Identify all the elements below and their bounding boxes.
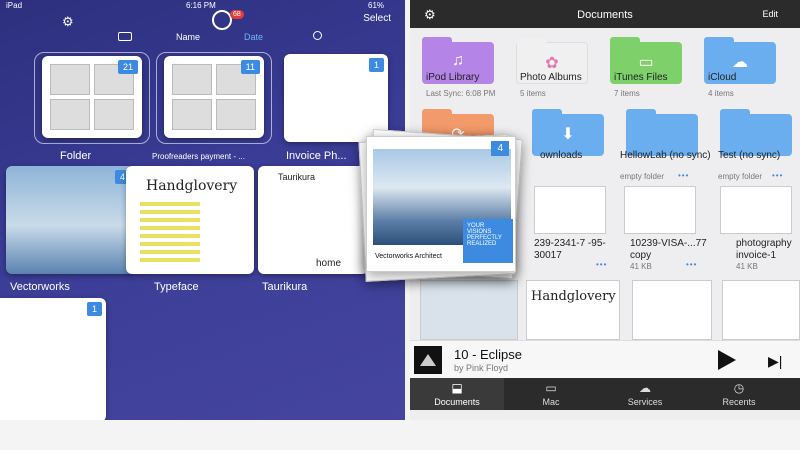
proofreaders-tile[interactable]: 11 [164, 56, 264, 138]
dragged-document-stack[interactable]: YOUR VISIONS PERFECTLY REALIZED Vectorwo… [356, 128, 526, 282]
photo-albums-label: Photo Albums [520, 72, 582, 83]
document-tile[interactable]: 1 [0, 298, 106, 420]
proofreaders-tile-label: Proofreaders payment - ... [152, 152, 245, 161]
album-art [414, 346, 442, 374]
doc-label-2: 10239-VISA-...77 copy [630, 238, 707, 261]
next-track-icon[interactable]: ▶| [768, 353, 782, 370]
taurikura-tile[interactable]: Taurikura home [258, 166, 368, 274]
tray-icon: ▭ [638, 54, 654, 71]
cloud-icon: ☁ [639, 381, 651, 395]
invoice-doc-thumb-3[interactable] [720, 186, 792, 234]
download-tray-icon: ⬓ [451, 381, 463, 395]
itunes-files-label: iTunes Files [614, 72, 668, 83]
icloud-label: iCloud [708, 72, 737, 83]
tab-recents-label: Recents [722, 397, 756, 407]
notification-badge: 68 [230, 10, 244, 19]
left-toolbar: ⚙ 68 Select [0, 10, 405, 30]
device-bezel [0, 420, 800, 450]
handglovery-doc-heading: Handglovery [531, 289, 616, 304]
doc-label-1: 239-2341-7 -95-30017 [534, 238, 606, 261]
play-icon[interactable] [718, 350, 736, 370]
new-folder-icon[interactable] [118, 32, 132, 41]
stack-sheet-front: YOUR VISIONS PERFECTLY REALIZED Vectorwo… [366, 136, 516, 272]
carrier-label: iPad [6, 1, 23, 10]
clock-icon[interactable] [212, 10, 232, 30]
monitor-icon: ▭ [545, 381, 557, 395]
doc-2-more-icon[interactable]: ••• [686, 260, 697, 269]
tab-documents[interactable]: ⬓ Documents [410, 378, 504, 410]
taurikura-heading: Taurikura [278, 172, 316, 182]
hellowlab-label: HellowLab (no sync) [620, 150, 711, 161]
flower-icon: ✿ [545, 55, 559, 72]
tab-recents[interactable]: ◷ Recents [692, 378, 786, 410]
folder-tile-label: Folder [60, 150, 92, 162]
tab-documents-label: Documents [434, 397, 480, 407]
itunes-files-sub: 7 items [614, 89, 640, 98]
test-sub: empty folder [718, 172, 763, 181]
brochure-doc-thumb[interactable] [722, 280, 800, 340]
downloads-label: ownloads [540, 150, 583, 161]
typeface-body-text [140, 202, 200, 262]
handglovery-doc-thumb[interactable]: Handglovery [526, 280, 620, 340]
proofreaders-count-badge: 11 [240, 60, 260, 74]
status-bar: iPad 6:16 PM 61% [0, 0, 405, 10]
stack-count-badge: 4 [491, 141, 509, 156]
cloud-icon: ☁ [732, 54, 748, 71]
hellowlab-more-icon[interactable]: ••• [678, 171, 689, 180]
typeface-tile[interactable]: Handglovery [126, 166, 254, 274]
vectorworks-tile[interactable]: 4 [6, 166, 134, 274]
test-label: Test (no sync) [718, 150, 781, 161]
clock-icon: ◷ [733, 381, 745, 395]
invoice-doc-thumb-2[interactable] [624, 186, 696, 234]
sort-by-date-button[interactable]: Date [244, 32, 263, 42]
tab-mac-label: Mac [542, 397, 560, 407]
left-pane: iPad 6:16 PM 61% ⚙ 68 Select Name Date 2… [0, 0, 405, 420]
sort-by-name-button[interactable]: Name [176, 32, 200, 42]
building-doc-thumb[interactable] [420, 280, 518, 340]
track-title: 10 - Eclipse [454, 347, 522, 362]
taurikura-tile-label: Taurikura [262, 281, 308, 293]
doc-2-size: 41 KB [630, 262, 652, 271]
edit-button[interactable]: Edit [762, 9, 778, 19]
doc-3-size: 41 KB [736, 262, 758, 271]
home-text: home [316, 258, 342, 269]
search-icon[interactable] [313, 31, 322, 40]
ipod-library-label: iPod Library [426, 72, 480, 83]
invoice-tile-label: Invoice Ph... [286, 150, 347, 162]
documents-header: ⚙ Documents Edit [410, 0, 800, 28]
tab-mac[interactable]: ▭ Mac [504, 378, 598, 410]
folder-tile[interactable]: 21 [42, 56, 142, 138]
invoice-count-badge: 1 [368, 58, 384, 72]
invoice-doc-thumb-1[interactable] [534, 186, 606, 234]
doc-label-3: photography invoice-1 [736, 238, 792, 261]
status-time: 6:16 PM [186, 1, 216, 10]
document-count-badge: 1 [86, 302, 102, 316]
typeface-tile-label: Typeface [154, 281, 199, 293]
doc-1-more-icon[interactable]: ••• [596, 260, 607, 269]
select-button[interactable]: Select [363, 13, 391, 24]
form-doc-thumb[interactable] [632, 280, 712, 340]
folder-count-badge: 21 [117, 60, 138, 74]
test-more-icon[interactable]: ••• [772, 171, 783, 180]
vectorworks-tile-label: Vectorworks [10, 281, 70, 293]
hellowlab-sub: empty folder [620, 172, 665, 181]
tab-services[interactable]: ☁ Services [598, 378, 692, 410]
typeface-heading: Handglovery [146, 178, 238, 194]
tab-services-label: Services [627, 397, 663, 407]
settings-gear-icon[interactable]: ⚙ [62, 14, 74, 30]
ipod-library-sub: Last Sync: 6:08 PM [426, 89, 496, 98]
documents-title: Documents [577, 9, 633, 21]
sort-bar: Name Date [0, 30, 405, 46]
icloud-sub: 4 items [708, 89, 734, 98]
music-note-icon: ♫ [452, 52, 464, 69]
battery-label: 61% [368, 1, 385, 10]
now-playing-bar[interactable]: 10 - Eclipse by Pink Floyd ▶| [410, 340, 800, 378]
download-icon: ⬇ [561, 126, 575, 143]
tab-bar: ⬓ Documents ▭ Mac ☁ Services ◷ Recents [410, 378, 800, 410]
track-artist: by Pink Floyd [454, 363, 509, 373]
photo-albums-sub: 5 items [520, 89, 546, 98]
stack-brand: Vectorworks Architect [375, 253, 442, 260]
stack-tagline-box: YOUR VISIONS PERFECTLY REALIZED [463, 219, 513, 263]
